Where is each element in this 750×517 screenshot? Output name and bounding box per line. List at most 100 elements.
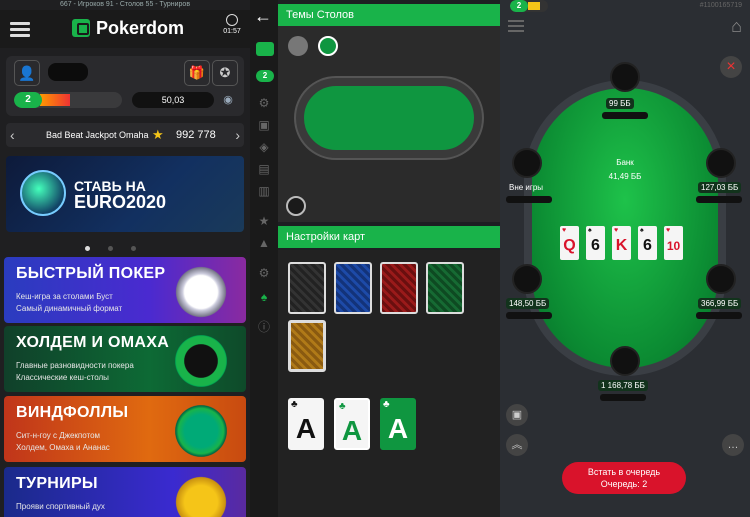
seat-stack: 148,50 ББ: [506, 298, 550, 309]
user-box: 👤 🎁 ✪ 2 50,03 ◉: [6, 56, 244, 116]
gift-icon[interactable]: ▣: [506, 404, 528, 426]
game-title: ХОЛДЕМ И ОМАХА: [16, 334, 170, 351]
level-bar: 2: [14, 92, 122, 108]
theme-green-swatch[interactable]: [318, 36, 338, 56]
lobby-panel: 667 - Игроков 91 - Столов 55 - Турниров …: [0, 0, 250, 517]
brand-logo: Pokerdom: [72, 18, 184, 39]
seat-name: [602, 112, 648, 119]
game-desc-2: Самый динамичный формат: [16, 304, 123, 313]
gift-icon[interactable]: ▣: [257, 118, 271, 132]
game-tournaments[interactable]: ТУРНИРЫ Прояви спортивный дух: [4, 467, 246, 517]
logo-mark-icon: [72, 19, 90, 37]
level-bar: 2: [510, 0, 548, 12]
stopwatch-icon: [172, 263, 230, 321]
seat-stack: 1 168,78 ББ: [598, 380, 648, 391]
seat-right-top[interactable]: [706, 148, 736, 178]
lock-icon[interactable]: ▲: [257, 236, 271, 250]
seat-stack: 366,99 ББ: [698, 298, 742, 309]
seat-hero[interactable]: [610, 346, 640, 376]
game-title: БЫСТРЫЙ ПОКЕР: [16, 265, 166, 282]
seat-left-top[interactable]: [512, 148, 542, 178]
avatar[interactable]: 👤: [14, 60, 40, 86]
board-card: ♠ 6: [586, 226, 605, 260]
jackpot-bar[interactable]: ‹ Bad Beat Jackpot Omaha ★ 992 778 ›: [6, 123, 244, 147]
clock: 01:57: [222, 14, 242, 35]
close-icon[interactable]: ×: [720, 56, 742, 78]
eye-icon[interactable]: ◉: [220, 92, 236, 108]
cards-header: Настройки карт: [278, 226, 500, 248]
seat-right-bottom[interactable]: [706, 264, 736, 294]
settings-panel: ← 2 ⚙ ▣ ◈ ▤ ▥ ★ ▲ ⚙ ♠ ⓘ Темы Столов Наст…: [250, 0, 500, 517]
star-icon: ★: [152, 127, 164, 142]
seat-stack: 127,03 ББ: [698, 182, 742, 193]
lobby-header: Pokerdom 01:57: [0, 10, 250, 48]
jackpot-value: 992 778: [176, 129, 216, 141]
game-holdem-omaha[interactable]: ХОЛДЕМ И ОМАХА Главные разновидности пок…: [4, 326, 246, 392]
home-icon[interactable]: ⌂: [731, 16, 742, 37]
game-desc-1: Кеш-игра за столами Буст: [16, 292, 113, 301]
themes-header: Темы Столов: [278, 4, 500, 26]
settings-icon[interactable]: ⚙: [257, 266, 271, 280]
card-face-classic[interactable]: ♣ A: [288, 398, 324, 450]
card-back-red[interactable]: [380, 262, 418, 314]
chevron-up-icon[interactable]: ︽: [506, 434, 528, 456]
menu-icon[interactable]: [508, 20, 524, 32]
queue-count: Очередь: 2: [600, 479, 648, 489]
theme-gray-swatch[interactable]: [288, 36, 308, 56]
balance: 50,03: [132, 92, 214, 108]
card-face-green[interactable]: ♣ A: [334, 398, 370, 450]
queue-label: Встать в очередь: [587, 467, 661, 477]
euro-logo-icon: [20, 170, 66, 216]
card-back-blue[interactable]: [334, 262, 372, 314]
shield-icon[interactable]: ◈: [257, 140, 271, 154]
game-desc-2: Классические кеш-столы: [16, 373, 109, 382]
settings-content: Темы Столов Настройки карт ♣ A ♣ A ♣ A: [278, 0, 500, 517]
seat-top[interactable]: [610, 62, 640, 92]
game-desc-2: Холдем, Омаха и Ананас: [16, 443, 110, 452]
game-windfall[interactable]: ВИНДФОЛЛЫ Сит-н-гоу с Джекпотом Холдем, О…: [4, 396, 246, 462]
game-desc-1: Главные разновидности покера: [16, 361, 134, 370]
wallet-icon[interactable]: [256, 42, 274, 56]
gift-icon[interactable]: 🎁: [184, 60, 210, 86]
chat-icon[interactable]: …: [722, 434, 744, 456]
promo-banner[interactable]: СТАВЬ НА EURO2020: [6, 156, 244, 232]
gear-icon[interactable]: ⚙: [257, 96, 271, 110]
board-card: ♠ 6: [638, 226, 657, 260]
join-queue-button[interactable]: Встать в очередь Очередь: 2: [562, 462, 686, 494]
chevron-left-icon[interactable]: ‹: [10, 123, 15, 147]
theme-dark-swatch[interactable]: [286, 196, 306, 216]
card-back-gold[interactable]: [288, 320, 326, 372]
board-cards: ♥ Q ♠ 6 ♥ K ♠ 6 ♥ 10: [560, 226, 690, 262]
chip-icon: [172, 402, 230, 460]
carousel-dots[interactable]: [85, 238, 165, 269]
game-desc-1: Сит-н-гоу с Джекпотом: [16, 431, 101, 440]
settings-rail: ← 2 ⚙ ▣ ◈ ▤ ▥ ★ ▲ ⚙ ♠ ⓘ: [250, 0, 278, 517]
ticket-icon[interactable]: ▤: [257, 162, 271, 176]
menu-icon[interactable]: [10, 22, 30, 37]
info-icon[interactable]: ⓘ: [257, 320, 271, 334]
board-card: ♥ Q: [560, 226, 579, 260]
seat-stack: 99 ББ: [606, 98, 634, 109]
card-back-green[interactable]: [426, 262, 464, 314]
star-icon[interactable]: ★: [257, 214, 271, 228]
chevron-right-icon[interactable]: ›: [235, 123, 240, 147]
chip-icon: [172, 332, 230, 390]
seat-left-bottom[interactable]: [512, 264, 542, 294]
table-preview: [296, 78, 482, 158]
trophy-icon: [172, 473, 230, 517]
table-panel: 2 #1100165719 ⌂ × Банк 41,49 ББ ♥ Q ♠ 6 ♥ K…: [500, 0, 750, 517]
seat-name: [506, 196, 552, 203]
award-icon[interactable]: ✪: [212, 60, 238, 86]
board-card: ♥ K: [612, 226, 631, 260]
cards-icon[interactable]: ♠: [257, 290, 271, 304]
jackpot-name: Bad Beat Jackpot Omaha: [46, 130, 149, 140]
clock-icon: [226, 14, 238, 26]
card-face-dark[interactable]: ♣ A: [380, 398, 416, 450]
game-fast-poker[interactable]: БЫСТРЫЙ ПОКЕР Кеш-игра за столами Буст Са…: [4, 257, 246, 323]
back-arrow-icon[interactable]: ←: [254, 6, 272, 27]
card-back-black[interactable]: [288, 262, 326, 314]
board-card: ♥ 10: [664, 226, 683, 260]
lobby-stats: 667 - Игроков 91 - Столов 55 - Турниров: [59, 1, 191, 8]
banner-line2: EURO2020: [74, 192, 167, 212]
camera-icon[interactable]: ▥: [257, 184, 271, 198]
